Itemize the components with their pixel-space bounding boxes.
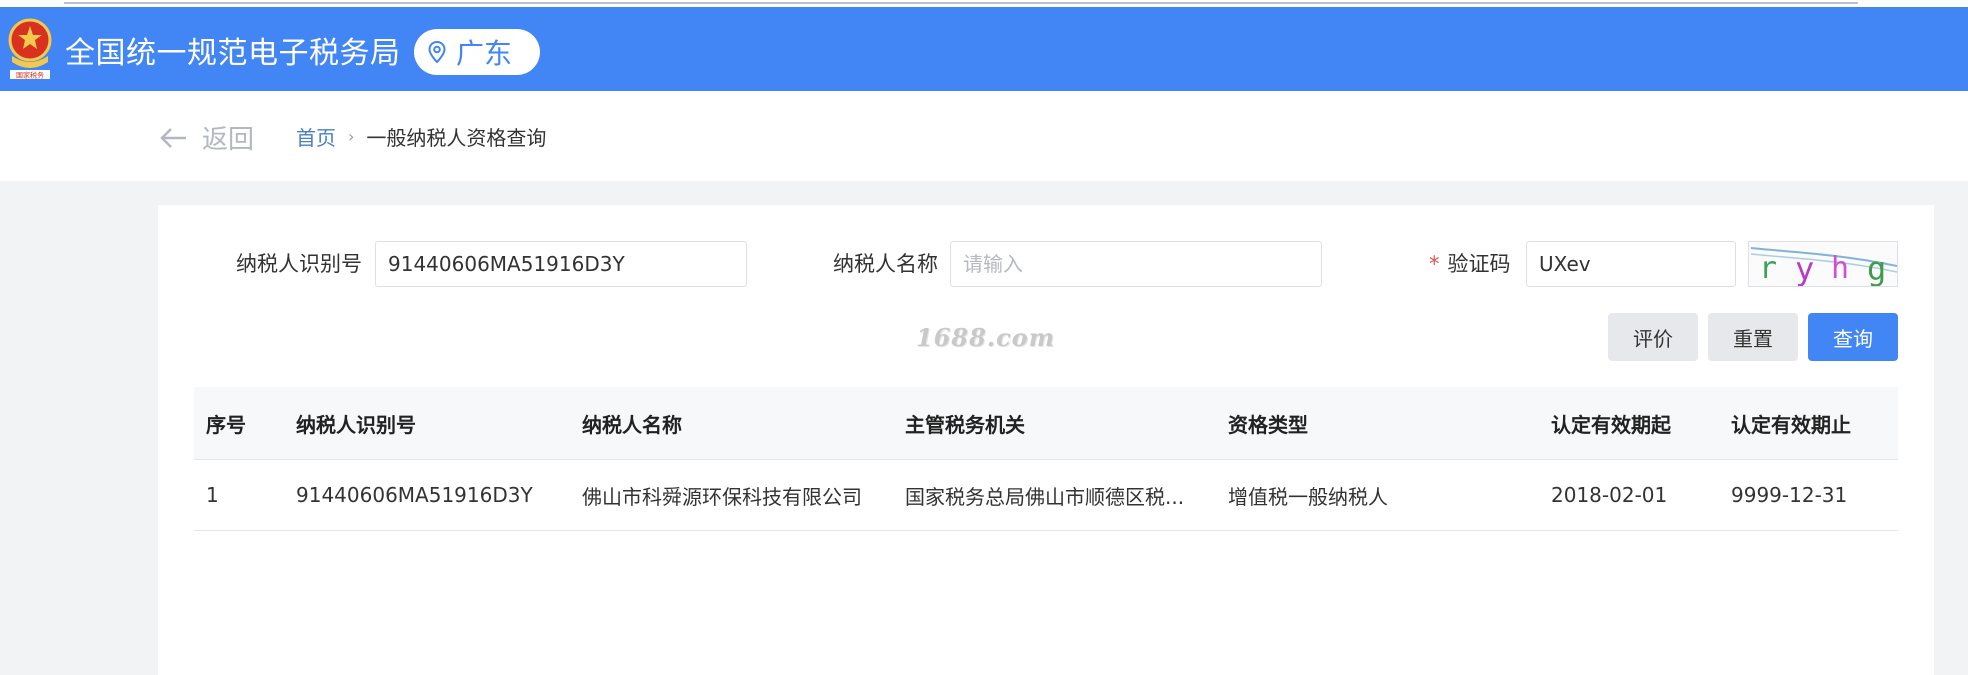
top-strip [0, 0, 1968, 7]
arrow-left-icon [160, 127, 186, 148]
table-cell: 2018-02-01 [1551, 483, 1668, 507]
column-header: 纳税人名称 [582, 412, 682, 437]
emblem-text: 国家税务 [16, 71, 44, 80]
captcha-char-4: g [1867, 250, 1886, 287]
top-divider [64, 2, 1858, 4]
location-pin-icon [428, 41, 446, 63]
evaluate-button[interactable]: 评价 [1608, 313, 1698, 361]
column-header: 资格类型 [1228, 412, 1308, 437]
column-header: 纳税人识别号 [296, 412, 416, 437]
taxpayer-id-label: 纳税人识别号 [236, 252, 362, 276]
breadcrumb: 首页 › 一般纳税人资格查询 [296, 121, 546, 151]
table-cell: 91440606MA51916D3Y [296, 483, 533, 507]
sub-navigation: 返回 首页 › 一般纳税人资格查询 [0, 91, 1968, 181]
captcha-char-3: h [1831, 251, 1849, 286]
breadcrumb-current: 一般纳税人资格查询 [366, 125, 547, 150]
captcha-char-2: y [1795, 250, 1814, 287]
table-cell: 9999-12-31 [1731, 483, 1848, 507]
table-cell: 1 [206, 483, 219, 507]
site-header: 国家税务 全国统一规范电子税务局 广东 [0, 7, 1968, 91]
captcha-label-text: 验证码 [1447, 252, 1511, 276]
captcha-image[interactable]: r y h g [1748, 241, 1898, 287]
watermark: 1688.com [916, 323, 1056, 352]
site-title: 全国统一规范电子税务局 [65, 36, 401, 71]
region-selector[interactable]: 广东 [414, 29, 540, 75]
captcha-label: * 验证码 [1429, 241, 1511, 287]
national-emblem-icon: 国家税务 [8, 18, 52, 80]
reset-button[interactable]: 重置 [1708, 313, 1798, 361]
column-header: 序号 [206, 412, 246, 437]
region-label: 广东 [456, 37, 513, 70]
captcha-input[interactable] [1526, 241, 1736, 287]
column-header: 主管税务机关 [905, 412, 1025, 437]
query-panel: 纳税人识别号 纳税人名称 * 验证码 r y h g 1688.com 评价 重置… [158, 205, 1934, 675]
table-cell: 佛山市科舜源环保科技有限公司 [582, 484, 862, 509]
required-mark: * [1429, 252, 1440, 276]
table-cell: 增值税一般纳税人 [1228, 484, 1388, 509]
captcha-char-1: r [1759, 251, 1777, 286]
table-row[interactable]: 1 91440606MA51916D3Y 佛山市科舜源环保科技有限公司 国家税务… [194, 460, 1898, 531]
back-label: 返回 [202, 125, 255, 155]
column-header: 认定有效期起 [1551, 412, 1671, 437]
table-cell: 国家税务总局佛山市顺德区税... [905, 484, 1185, 509]
back-button[interactable]: 返回 [160, 119, 254, 156]
query-button[interactable]: 查询 [1808, 313, 1898, 361]
table-header: 序号 纳税人识别号 纳税人名称 主管税务机关 资格类型 认定有效期起 认定有效期… [194, 387, 1898, 460]
column-header: 认定有效期止 [1731, 412, 1851, 437]
taxpayer-name-label: 纳税人名称 [833, 252, 938, 276]
breadcrumb-separator: › [348, 126, 355, 146]
results-table: 序号 纳税人识别号 纳税人名称 主管税务机关 资格类型 认定有效期起 认定有效期… [194, 387, 1898, 531]
captcha-graphic: r y h g [1750, 247, 1897, 287]
breadcrumb-home-link[interactable]: 首页 [296, 122, 336, 151]
taxpayer-id-input[interactable] [375, 241, 747, 287]
taxpayer-name-input[interactable] [950, 241, 1322, 287]
